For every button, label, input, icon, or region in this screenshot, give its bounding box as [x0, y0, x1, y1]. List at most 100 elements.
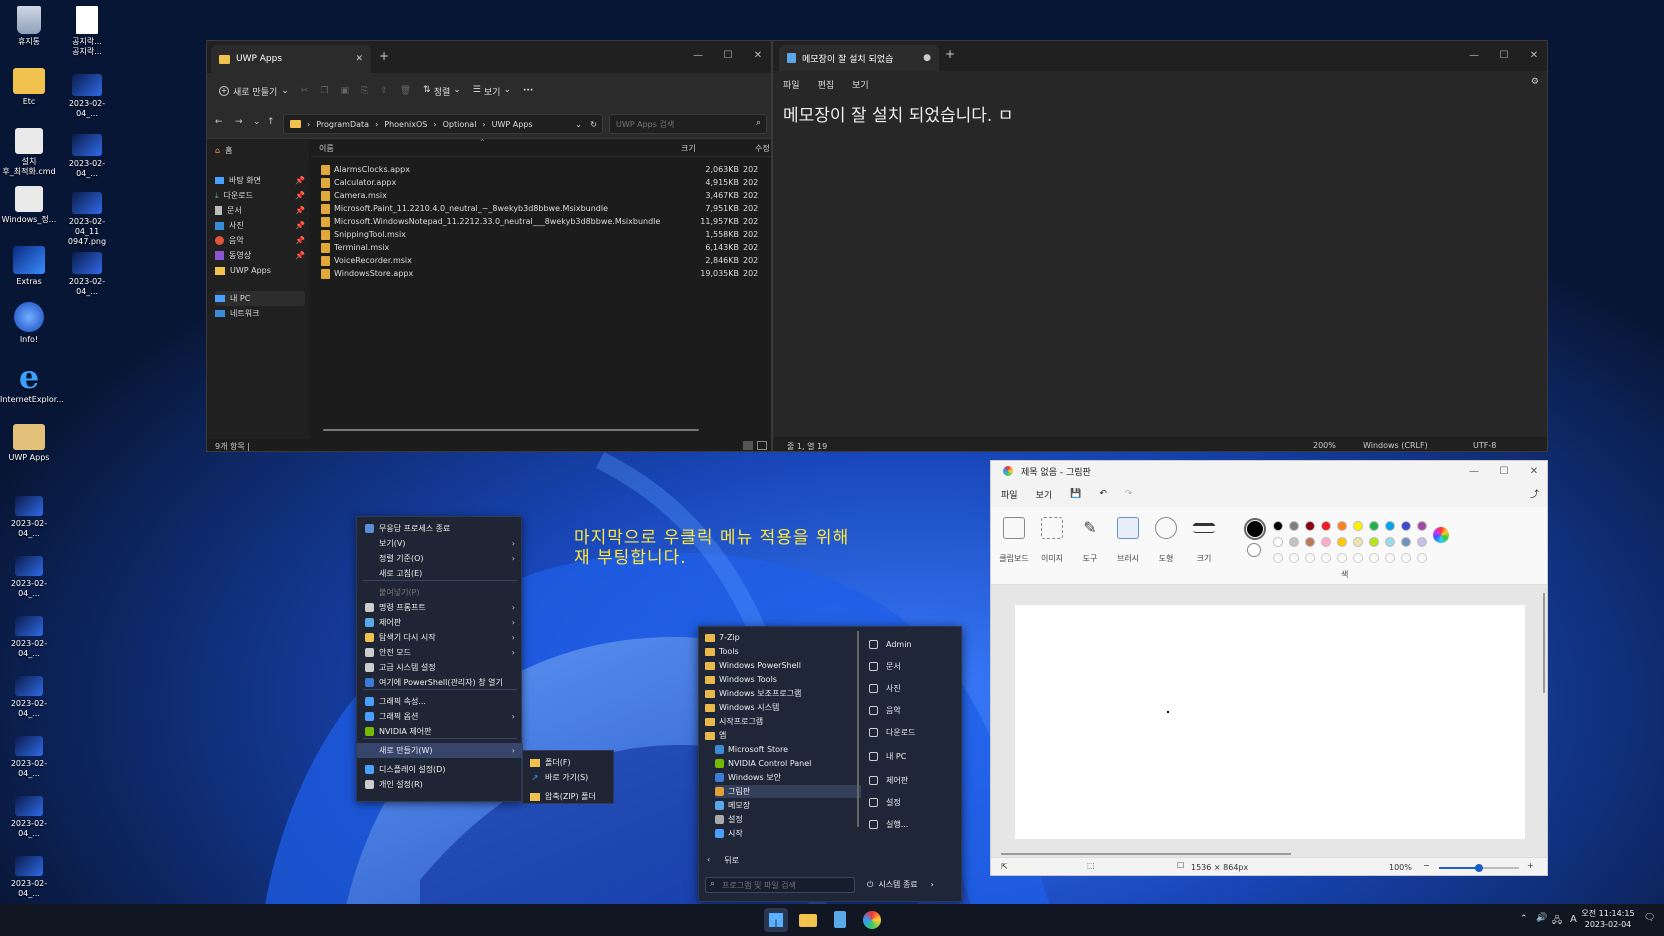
context-menu-item[interactable]: 그래픽 옵션 ›: [357, 709, 523, 724]
paint-canvas[interactable]: [1015, 605, 1525, 839]
start-menu-program-item[interactable]: Windows 시스템: [705, 701, 855, 714]
desktop-icon-notice[interactable]: 공지락... 공지락...: [58, 6, 116, 57]
start-menu-program-item[interactable]: Windows 보안: [715, 771, 865, 784]
copy-icon[interactable]: ❐: [320, 86, 328, 96]
notepad-window[interactable]: 메모장이 잘 설치 되었습 ● + — ☐ ✕ 파일 편집 보기 ⚙ 메모장이 …: [772, 40, 1548, 452]
context-menu-item[interactable]: 무응답 프로세스 종료: [357, 521, 523, 536]
context-menu-item[interactable]: 새로 고침(E): [357, 566, 523, 581]
nav-item-music[interactable]: 음악 📌: [215, 233, 305, 248]
start-menu-program-item[interactable]: 시작프로그램: [705, 715, 855, 728]
palette-swatch[interactable]: [1417, 537, 1427, 547]
desktop-icon-screenshot-8[interactable]: 2023-02-04_...: [0, 736, 58, 779]
details-view-icon[interactable]: [743, 441, 753, 450]
column-header-name[interactable]: 이름: [319, 143, 334, 154]
desktop-icon-etc[interactable]: Etc: [0, 68, 58, 107]
context-menu-item[interactable]: 그래픽 속성...: [357, 694, 523, 709]
start-menu-program-item[interactable]: NVIDIA Control Panel: [715, 757, 865, 770]
close-icon[interactable]: ✕: [743, 41, 771, 69]
secondary-color[interactable]: [1247, 543, 1261, 557]
nav-item-uwp-apps[interactable]: UWP Apps: [215, 263, 305, 278]
column-header-size[interactable]: 크기: [681, 143, 696, 154]
start-menu-shortcut-item[interactable]: 내 PC: [869, 747, 959, 765]
speaker-icon[interactable]: 🔊: [1536, 913, 1547, 923]
ribbon-size[interactable]: 크기: [1185, 513, 1223, 564]
desktop-icon-screenshot-6[interactable]: 2023-02-04_...: [0, 616, 58, 659]
palette-swatch[interactable]: [1369, 537, 1379, 547]
custom-color-slot[interactable]: [1321, 553, 1331, 563]
start-menu-program-item[interactable]: 7-Zip: [705, 631, 855, 644]
context-menu-item[interactable]: 보기(V) ›: [357, 536, 523, 551]
chevron-down-icon[interactable]: ⌄: [253, 117, 261, 127]
ribbon-tools[interactable]: ✎ 도구: [1071, 513, 1109, 564]
share-icon[interactable]: ⤴: [1530, 487, 1539, 500]
unsaved-dot-icon[interactable]: ●: [923, 53, 931, 63]
tab-close-icon[interactable]: ✕: [355, 54, 363, 64]
context-menu-item[interactable]: 정렬 기준(O) ›: [357, 551, 523, 566]
start-menu-shortcut-item[interactable]: Admin: [869, 635, 959, 653]
ribbon-brushes[interactable]: 브러시: [1109, 513, 1147, 564]
palette-swatch[interactable]: [1353, 537, 1363, 547]
context-menu-item[interactable]: NVIDIA 제어판: [357, 724, 523, 739]
up-arrow-icon[interactable]: ↑: [267, 117, 275, 127]
ime-indicator[interactable]: A: [1570, 914, 1577, 925]
search-input[interactable]: [610, 115, 740, 133]
start-menu-shortcut-item[interactable]: 제어판: [869, 771, 959, 789]
show-hidden-icons-chevron[interactable]: ⌃: [1520, 914, 1528, 924]
context-menu-item[interactable]: 명령 프롬프트 ›: [357, 600, 523, 615]
desktop-icon-screenshot-1[interactable]: 2023-02-04_...: [58, 74, 116, 119]
palette-swatch[interactable]: [1337, 537, 1347, 547]
chevron-down-icon[interactable]: ⌄: [575, 120, 582, 129]
context-menu-item[interactable]: 여기에 PowerShell(관리자) 창 열기: [357, 675, 523, 690]
context-menu-item[interactable]: 고급 시스템 설정: [357, 660, 523, 675]
start-menu-program-item[interactable]: Tools: [705, 645, 855, 658]
nav-item-network[interactable]: 네트워크: [215, 306, 305, 321]
desktop-icon-optimize-cmd[interactable]: 설치 후_최적화.cmd: [0, 128, 58, 177]
zoom-slider-thumb[interactable]: [1475, 864, 1483, 872]
network-icon[interactable]: 🖧: [1552, 913, 1562, 929]
start-menu-program-item[interactable]: 메모장: [715, 799, 865, 812]
menu-view[interactable]: 보기: [852, 78, 869, 91]
file-row[interactable]: Microsoft.Paint_11.2210.4.0_neutral_~_8w…: [321, 202, 771, 215]
file-row[interactable]: Calculator.appx4,915KB2021: [321, 176, 771, 189]
palette-swatch[interactable]: [1353, 521, 1363, 531]
new-tab-icon[interactable]: +: [945, 47, 955, 61]
custom-color-slot[interactable]: [1417, 553, 1427, 563]
file-row[interactable]: AlarmsClocks.appx2,063KB2021: [321, 163, 771, 176]
zoom-in-icon[interactable]: +: [1527, 861, 1534, 870]
primary-color[interactable]: [1244, 518, 1266, 540]
forward-arrow-icon[interactable]: →: [235, 117, 243, 127]
horizontal-scrollbar[interactable]: [323, 429, 699, 431]
custom-color-slot[interactable]: [1305, 553, 1315, 563]
desktop-icon-screenshot-3[interactable]: 2023-02-04_...: [58, 252, 116, 297]
submenu-item-folder[interactable]: 폴더(F): [523, 755, 615, 770]
redo-icon[interactable]: ↷: [1125, 489, 1133, 499]
nav-item-this-pc[interactable]: 내 PC: [215, 291, 305, 306]
ribbon-shapes[interactable]: 도형: [1147, 513, 1185, 564]
custom-color-slot[interactable]: [1401, 553, 1411, 563]
palette-swatch[interactable]: [1369, 521, 1379, 531]
palette-swatch[interactable]: [1273, 537, 1283, 547]
desktop-icon-screenshot-10[interactable]: 2023-02-04_...: [0, 856, 58, 899]
view-button[interactable]: ☰ 보기 ⌄: [473, 85, 511, 98]
close-icon[interactable]: ✕: [1519, 461, 1547, 485]
context-menu-item[interactable]: 제어판 ›: [357, 615, 523, 630]
close-icon[interactable]: ✕: [1519, 41, 1547, 69]
file-row[interactable]: Camera.msix3,467KB2022: [321, 189, 771, 202]
start-button-icon[interactable]: [764, 908, 788, 932]
new-button[interactable]: + 새로 만들기 ⌄: [219, 85, 289, 98]
start-menu-shortcut-item[interactable]: 사진: [869, 679, 959, 697]
start-menu-shortcut-item[interactable]: 문서: [869, 657, 959, 675]
start-menu-program-item[interactable]: Microsoft Store: [715, 743, 865, 756]
custom-color-slot[interactable]: [1273, 553, 1283, 563]
palette-swatch[interactable]: [1417, 521, 1427, 531]
start-menu-program-item[interactable]: 앱: [705, 729, 855, 742]
desktop-icon-windows-settings[interactable]: Windows_정...: [0, 186, 58, 225]
palette-swatch[interactable]: [1385, 521, 1395, 531]
file-row[interactable]: VoiceRecorder.msix2,846KB2022: [321, 254, 771, 267]
context-menu-item[interactable]: 새로 만들기(W) ›: [357, 743, 523, 758]
start-menu-shortcut-item[interactable]: 실행...: [869, 815, 959, 833]
delete-icon[interactable]: 🗑: [400, 86, 411, 96]
desktop-icon-info[interactable]: Info!: [0, 302, 58, 345]
desktop-icon-uwp-apps[interactable]: UWP Apps: [0, 424, 58, 463]
file-row[interactable]: SnippingTool.msix1,558KB2022: [321, 228, 771, 241]
